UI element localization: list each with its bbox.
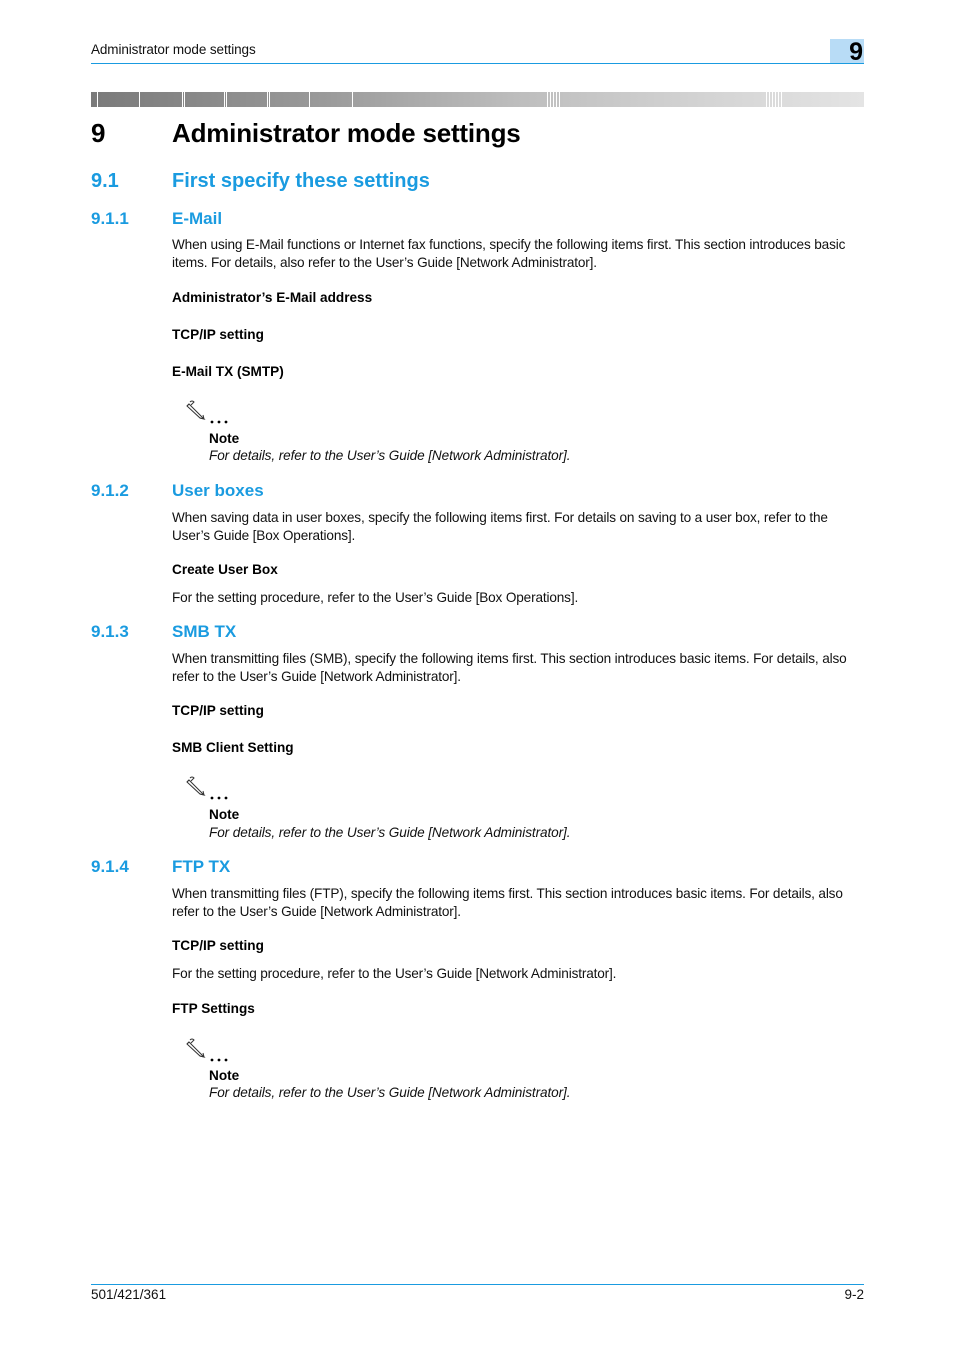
pencil-note-icon [186, 776, 228, 800]
decorative-gradient-bar [91, 92, 864, 107]
note-label: Note [209, 1068, 240, 1083]
section-title: First specify these settings [172, 170, 430, 192]
item-description: For the setting procedure, refer to the … [172, 590, 579, 605]
subsection-title: User boxes [172, 481, 264, 500]
running-header-title: Administrator mode settings [91, 42, 256, 57]
note-text: For details, refer to the User’s Guide [… [209, 1085, 571, 1100]
footer-model-number: 501/421/361 [91, 1287, 167, 1302]
section-number: 9.1 [91, 170, 119, 192]
chapter-badge-number: 9 [849, 38, 863, 66]
note-text: For details, refer to the User’s Guide [… [209, 825, 571, 840]
chapter-title: Administrator mode settings [172, 118, 521, 148]
item-heading: TCP/IP setting [172, 327, 264, 342]
note-text: For details, refer to the User’s Guide [… [209, 448, 571, 463]
item-description: For the setting procedure, refer to the … [172, 966, 617, 981]
item-heading: Create User Box [172, 562, 278, 577]
subsection-number: 9.1.2 [91, 481, 129, 500]
pencil-note-icon [186, 1038, 228, 1062]
note-label: Note [209, 807, 240, 822]
subsection-title: E-Mail [172, 209, 223, 228]
smb-intro-paragraph: When transmitting files (SMB), specify t… [172, 651, 847, 684]
chapter-number: 9 [91, 118, 106, 148]
footer-page-number: 9-2 [844, 1287, 864, 1302]
item-heading: TCP/IP setting [172, 703, 264, 718]
user-boxes-intro-paragraph: When saving data in user boxes, specify … [172, 510, 828, 543]
item-heading: E-Mail TX (SMTP) [172, 364, 284, 379]
item-heading: Administrator’s E-Mail address [172, 290, 373, 305]
item-heading: FTP Settings [172, 1001, 255, 1016]
subsection-title: FTP TX [172, 857, 231, 876]
subsection-number: 9.1.4 [91, 857, 129, 876]
subsection-number: 9.1.3 [91, 622, 129, 641]
header-divider [91, 63, 864, 64]
chapter-badge: 9 [830, 38, 864, 66]
footer-divider [91, 1284, 864, 1285]
ftp-intro-paragraph: When transmitting files (FTP), specify t… [172, 886, 843, 919]
email-intro-paragraph: When using E-Mail functions or Internet … [172, 237, 846, 270]
subsection-title: SMB TX [172, 622, 237, 641]
pencil-note-icon [186, 400, 228, 424]
item-heading: SMB Client Setting [172, 740, 294, 755]
item-heading: TCP/IP setting [172, 938, 264, 953]
note-label: Note [209, 431, 240, 446]
subsection-number: 9.1.1 [91, 209, 129, 228]
